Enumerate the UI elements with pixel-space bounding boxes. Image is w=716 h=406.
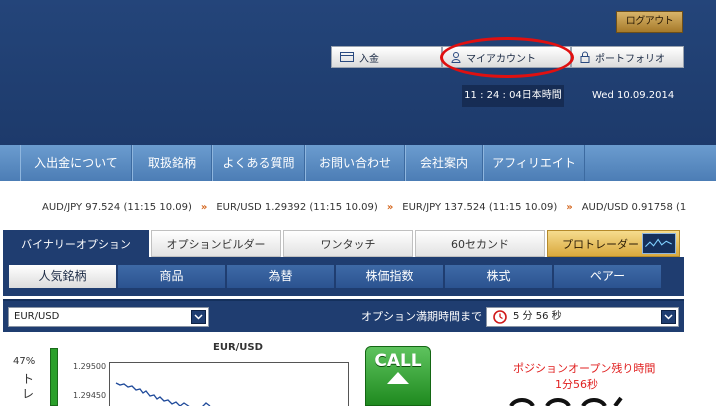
site-header: ログアウト 入金 マイアカウント ポートフォリオ 11 : 24 : 04日本時… — [0, 0, 716, 145]
highlight-circle-annotation — [440, 37, 574, 78]
nav-left-edge — [0, 145, 20, 181]
category-indices[interactable]: 株価指数 — [336, 265, 443, 288]
category-stocks[interactable]: 株式 — [445, 265, 552, 288]
nav-item-faq[interactable]: よくある質問 — [212, 145, 305, 181]
trader-label-vertical: トレー — [22, 372, 35, 406]
chart-title: EUR/USD — [213, 342, 263, 353]
expiry-label: オプション満期時間まで — [361, 310, 482, 323]
arrow-up-icon — [387, 372, 409, 384]
server-clock: 11 : 24 : 04日本時間 — [462, 85, 564, 107]
tab-one-touch[interactable]: ワンタッチ — [283, 230, 413, 257]
chevron-down-icon — [191, 310, 206, 324]
expiry-select-value: 5 分 56 秒 — [513, 311, 562, 322]
ticker-separator: » — [386, 201, 394, 213]
call-label: CALL — [374, 351, 422, 371]
asset-select-value: EUR/USD — [14, 311, 60, 322]
sentiment-gauge — [50, 348, 58, 406]
selector-bar: EUR/USD オプション満期時間まで 5 分 56 秒 — [3, 299, 684, 332]
price-chart[interactable] — [109, 362, 349, 406]
category-forex[interactable]: 為替 — [227, 265, 334, 288]
nav-item-deposit-info[interactable]: 入出金について — [20, 145, 132, 181]
asset-select[interactable]: EUR/USD — [8, 307, 209, 327]
lock-icon — [580, 51, 590, 63]
ticker-item: EUR/JPY 137.524 (11:15 10.09) — [402, 201, 558, 213]
tab-binary-option[interactable]: バイナリーオプション — [3, 230, 149, 257]
ticker-item: AUD/JPY 97.524 (11:15 10.09) — [42, 201, 192, 213]
price-line — [115, 382, 211, 406]
portfolio-label: ポートフォリオ — [595, 53, 665, 65]
main-nav: 入出金について 取扱銘柄 よくある質問 お問い合わせ 会社案内 アフィリエイト — [0, 145, 716, 181]
y-tick-label: 1.29500 — [73, 362, 107, 371]
ticker-separator: » — [566, 201, 573, 213]
price-ticker: AUD/JPY 97.524 (11:15 10.09) » EUR/USD 1… — [0, 197, 716, 217]
y-tick-label: 1.29450 — [73, 391, 107, 400]
tab-60-seconds[interactable]: 60セカンド — [415, 230, 545, 257]
current-date: Wed 10.09.2014 — [592, 90, 675, 101]
chart-thumbnail-icon — [642, 233, 676, 254]
deposit-label: 入金 — [359, 53, 379, 65]
product-tabs: バイナリーオプション オプションビルダー ワンタッチ 60セカンド プロトレーダ… — [0, 230, 716, 257]
category-popular[interactable]: 人気銘柄 — [9, 265, 116, 288]
sentiment-percent: 47% — [13, 356, 36, 367]
chevron-down-icon — [661, 310, 676, 324]
logout-button[interactable]: ログアウト — [616, 11, 683, 33]
clock-icon — [493, 310, 507, 324]
position-remaining-label: ポジションオープン残り時間 — [513, 362, 656, 375]
nav-item-affiliate[interactable]: アフィリエイト — [483, 145, 585, 181]
category-commodities[interactable]: 商品 — [118, 265, 225, 288]
portfolio-link[interactable]: ポートフォリオ — [571, 46, 684, 68]
nav-item-company[interactable]: 会社案内 — [405, 145, 483, 181]
ticker-item: EUR/USD 1.29392 (11:15 10.09) — [216, 201, 378, 213]
trading-panel: 47% トレー EUR/USD 1.29500 1.29450 CALL ポジシ… — [3, 334, 684, 406]
category-pairs[interactable]: ペアー — [554, 265, 661, 288]
nav-item-instruments[interactable]: 取扱銘柄 — [132, 145, 212, 181]
tab-pro-trader[interactable]: プロトレーダー — [547, 230, 680, 257]
tab-option-builder[interactable]: オプションビルダー — [151, 230, 281, 257]
position-remaining-time: 1分56秒 — [555, 378, 598, 391]
call-button[interactable]: CALL — [365, 346, 431, 406]
payout-display-clipped — [509, 396, 623, 406]
ticker-separator: » — [200, 201, 208, 213]
deposit-link[interactable]: 入金 — [331, 46, 442, 68]
nav-item-contact[interactable]: お問い合わせ — [305, 145, 405, 181]
card-icon — [340, 52, 354, 62]
expiry-select[interactable]: 5 分 56 秒 — [486, 307, 679, 327]
ticker-item: AUD/USD 0.91758 (1 — [581, 201, 687, 213]
category-bar: 人気銘柄 商品 為替 株価指数 株式 ペアー — [3, 257, 684, 296]
tab-pro-trader-label: プロトレーダー — [562, 238, 639, 251]
